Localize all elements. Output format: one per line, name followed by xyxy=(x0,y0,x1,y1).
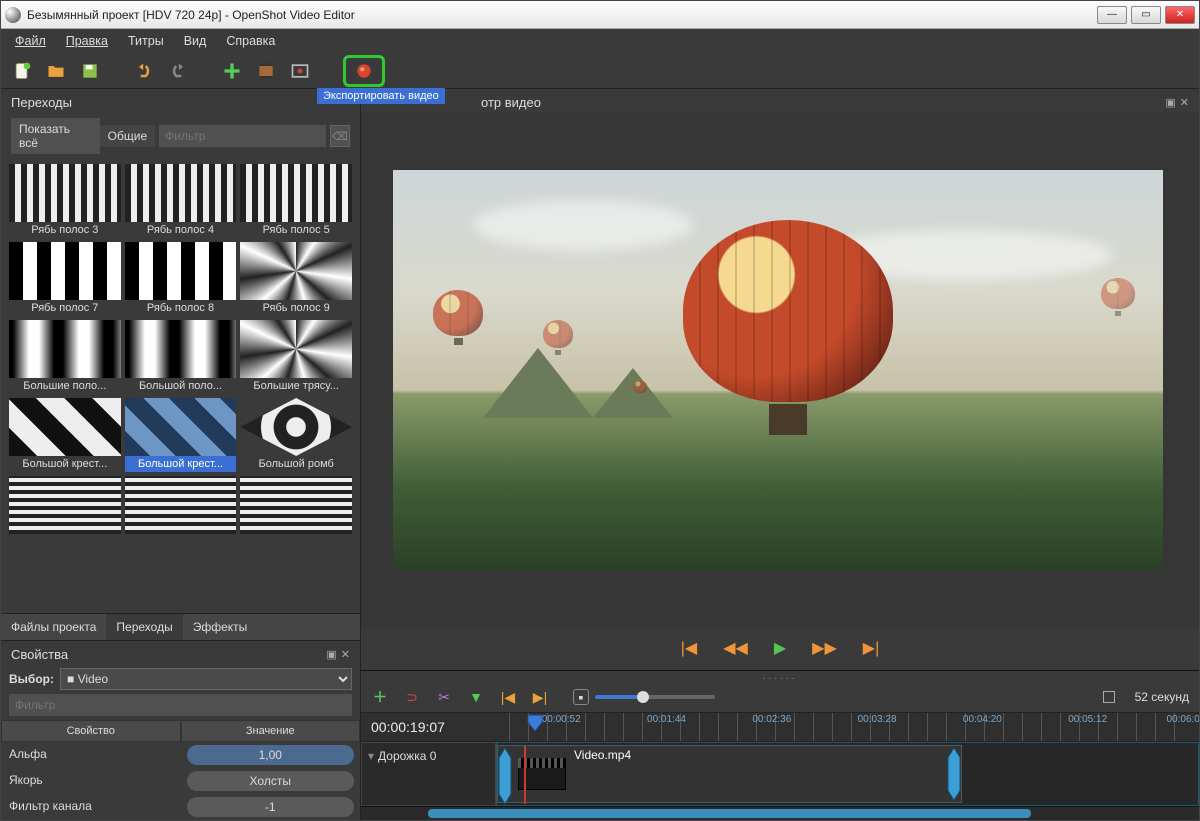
timeline-duration: 52 секунд xyxy=(1135,690,1189,704)
transitions-tab-show-all[interactable]: Показать всё xyxy=(11,118,100,154)
titlebar: Безымянный проект [HDV 720 24p] - OpenSh… xyxy=(1,1,1199,29)
app-icon xyxy=(5,7,21,23)
transition-item[interactable]: Рябь полос 5 xyxy=(240,164,352,238)
transition-item[interactable]: Рябь полос 3 xyxy=(9,164,121,238)
prop-name: Якорь xyxy=(1,768,181,794)
new-project-button[interactable] xyxy=(11,60,33,82)
col-value: Значение xyxy=(181,720,361,742)
transitions-clear-filter[interactable]: ⌫ xyxy=(330,125,350,147)
transition-item[interactable]: Большой поло... xyxy=(125,320,237,394)
transition-item[interactable]: Рябь полос 9 xyxy=(240,242,352,316)
duration-icon xyxy=(1103,691,1115,703)
maximize-button[interactable]: ▭ xyxy=(1131,6,1161,24)
import-files-button[interactable] xyxy=(221,60,243,82)
transition-item[interactable] xyxy=(9,476,121,538)
tab-project-files[interactable]: Файлы проекта xyxy=(1,614,106,640)
undock-icon[interactable]: ▣ xyxy=(326,648,336,661)
transition-item[interactable] xyxy=(240,476,352,538)
prop-value[interactable]: -1 xyxy=(187,797,355,817)
track-header[interactable]: ▾ Дорожка 0 xyxy=(361,742,496,806)
transition-item[interactable]: Рябь полос 4 xyxy=(125,164,237,238)
tab-effects[interactable]: Эффекты xyxy=(183,614,258,640)
zoom-slider[interactable] xyxy=(595,695,715,699)
fullscreen-button[interactable] xyxy=(289,60,311,82)
prev-marker-button[interactable]: |◀ xyxy=(499,688,517,706)
clip-name: Video.mp4 xyxy=(574,746,631,762)
close-panel-icon[interactable]: ✕ xyxy=(1180,96,1189,109)
window-title: Безымянный проект [HDV 720 24p] - OpenSh… xyxy=(27,8,355,22)
snap-button[interactable]: ⊃ xyxy=(403,688,421,706)
timeline-toolbar: ＋ ⊃ ✂ ▼ |◀ ▶| ▪ 52 секунд xyxy=(361,682,1199,712)
jump-end-button[interactable]: ▶| xyxy=(863,638,879,658)
play-button[interactable]: ▶ xyxy=(774,638,786,658)
minimize-button[interactable]: — xyxy=(1097,6,1127,24)
clip-handle-left[interactable] xyxy=(498,746,512,802)
transition-item[interactable]: Рябь полос 7 xyxy=(9,242,121,316)
timeline-scrollbar[interactable] xyxy=(361,806,1199,820)
transition-item[interactable]: Рябь полос 8 xyxy=(125,242,237,316)
menubar: Файл Правка Титры Вид Справка xyxy=(1,29,1199,53)
next-marker-button[interactable]: ▶| xyxy=(531,688,549,706)
timeline-clip[interactable]: Video.mp4 xyxy=(497,745,962,803)
rewind-button[interactable]: ◀◀ xyxy=(723,638,748,658)
undock-icon[interactable]: ▣ xyxy=(1165,96,1175,109)
transitions-grid: Рябь полос 3 Рябь полос 4 Рябь полос 5 Р… xyxy=(1,160,360,613)
menu-view[interactable]: Вид xyxy=(174,30,217,52)
transition-item[interactable]: Большие поло... xyxy=(9,320,121,394)
film-strip-icon[interactable] xyxy=(255,60,277,82)
forward-button[interactable]: ▶▶ xyxy=(812,638,837,658)
prop-value[interactable]: Холсты xyxy=(187,771,355,791)
tab-transitions[interactable]: Переходы xyxy=(106,614,182,640)
add-marker-button[interactable]: ▼ xyxy=(467,688,485,706)
playhead-icon[interactable] xyxy=(526,713,544,731)
transitions-tab-common[interactable]: Общие xyxy=(100,125,155,147)
timeline-track: ▾ Дорожка 0 Video.mp4 xyxy=(361,742,1199,806)
video-preview xyxy=(393,170,1163,570)
menu-help[interactable]: Справка xyxy=(216,30,285,52)
toolbar: Экспортировать видео xyxy=(1,53,1199,89)
transition-item-selected[interactable]: Большой крест... xyxy=(125,398,237,472)
transitions-filter-input[interactable] xyxy=(159,125,326,147)
track-lane[interactable]: Video.mp4 xyxy=(496,742,1199,806)
redo-button[interactable] xyxy=(167,60,189,82)
transition-item[interactable]: Большой ромб xyxy=(240,398,352,472)
prop-value[interactable]: 1,00 xyxy=(187,745,355,765)
prop-name: Фильтр канала xyxy=(1,794,181,820)
transition-item[interactable]: Большие трясу... xyxy=(240,320,352,394)
current-time: 00:00:19:07 xyxy=(371,719,491,735)
transition-item[interactable] xyxy=(125,476,237,538)
undo-button[interactable] xyxy=(133,60,155,82)
col-property: Свойство xyxy=(1,720,181,742)
choice-label: Выбор: xyxy=(9,672,54,686)
transition-item[interactable]: Большой крест... xyxy=(9,398,121,472)
transitions-panel-title: Переходы xyxy=(1,89,360,112)
menu-edit[interactable]: Правка xyxy=(56,30,118,52)
properties-panel-title: Свойства ▣✕ xyxy=(1,641,360,664)
clip-handle-right[interactable] xyxy=(947,746,961,802)
jump-start-button[interactable]: |◀ xyxy=(681,638,697,658)
properties-filter-input[interactable] xyxy=(9,694,352,716)
chevron-down-icon: ▾ xyxy=(368,749,374,763)
export-video-button[interactable] xyxy=(343,55,385,87)
timeline-ruler[interactable]: 00:00:19:07 00:00:52 00:01:44 00:02:36 0… xyxy=(361,712,1199,742)
playback-controls: |◀ ◀◀ ▶ ▶▶ ▶| xyxy=(361,628,1199,670)
choice-select[interactable]: ■ Video xyxy=(60,668,352,690)
menu-file[interactable]: Файл xyxy=(5,30,56,52)
save-project-button[interactable] xyxy=(79,60,101,82)
menu-titles[interactable]: Титры xyxy=(118,30,174,52)
open-project-button[interactable] xyxy=(45,60,67,82)
close-button[interactable]: ✕ xyxy=(1165,6,1195,24)
close-panel-icon[interactable]: ✕ xyxy=(341,648,350,661)
cut-button[interactable]: ✂ xyxy=(435,688,453,706)
center-playhead-button[interactable]: ▪ xyxy=(573,689,589,705)
export-tooltip: Экспортировать видео xyxy=(317,88,445,104)
preview-panel-title: отр видео ▣✕ xyxy=(361,89,1199,112)
add-track-button[interactable]: ＋ xyxy=(371,688,389,706)
prop-name: Альфа xyxy=(1,742,181,768)
